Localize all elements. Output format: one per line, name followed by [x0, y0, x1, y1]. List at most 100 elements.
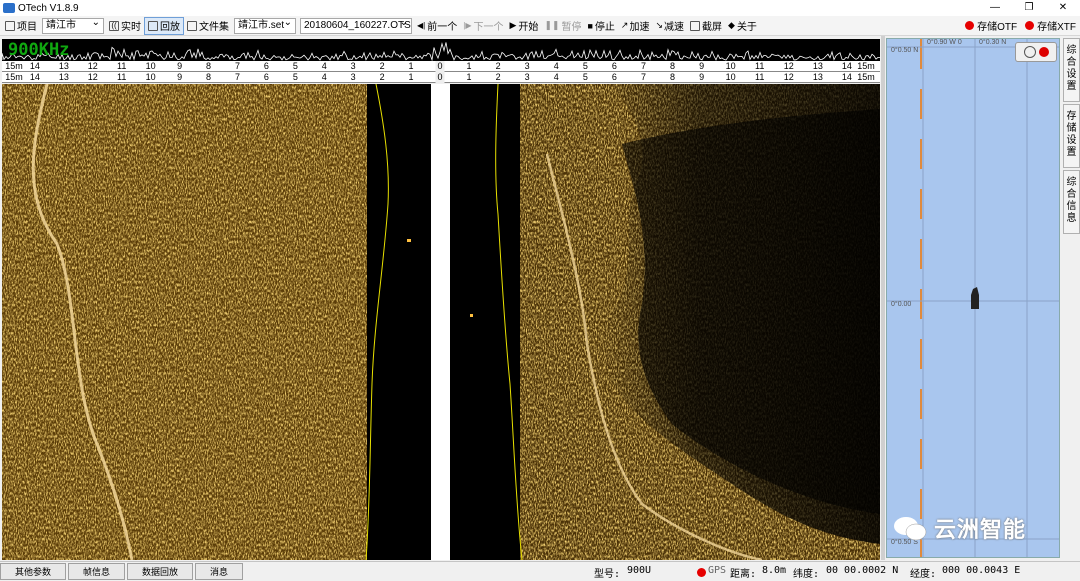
scale-tick-label: 8	[670, 61, 676, 71]
tab-frame-info[interactable]: 帧信息	[68, 563, 126, 580]
scale-center-label: 0	[435, 72, 445, 83]
pause-button[interactable]: ❚❚ 暂停	[541, 17, 584, 35]
realtime-label: 实时	[121, 22, 141, 33]
model-value: 900U	[627, 565, 652, 576]
stop-icon: ■	[587, 20, 593, 31]
speedup-icon: ↗	[620, 20, 629, 30]
play-icon: ▶	[509, 20, 517, 30]
map-toggle-button[interactable]	[1015, 42, 1057, 62]
scale-tick-label: 15m	[5, 72, 23, 82]
screenshot-button[interactable]: 截屏	[687, 17, 725, 35]
panel-splitter[interactable]	[881, 36, 885, 560]
sonar-waterfall[interactable]	[2, 84, 880, 560]
app-logo-icon	[3, 3, 15, 13]
slowdown-icon: ↘	[655, 20, 664, 30]
minimize-button[interactable]: —	[978, 0, 1012, 16]
tab-general-info[interactable]: 综合信息	[1063, 170, 1080, 234]
watermark: 云洲智能	[892, 512, 1026, 544]
project-button[interactable]: 项目	[2, 17, 40, 35]
tab-storage-settings[interactable]: 存储设置	[1063, 104, 1080, 168]
scale-tick-label: 5	[292, 61, 298, 71]
next-button[interactable]: |▶ 下一个	[460, 17, 506, 35]
longitude-value: 000 00.0043 E	[942, 565, 1021, 576]
scale-tick-label: 7	[640, 72, 646, 82]
realtime-icon: ((	[109, 20, 119, 31]
fileset-select[interactable]: 靖江市.set	[234, 17, 296, 34]
scale-tick-label: 13	[58, 61, 69, 71]
track-map[interactable]: 0°0.50 N 0°0.90 W 0 0°0.30 N 0°0.00 0°0.…	[886, 38, 1060, 558]
slowdown-button[interactable]: ↘ 减速	[652, 17, 687, 35]
scale-tick-label: 10	[145, 61, 156, 71]
scale-tick-label: 2	[379, 61, 385, 71]
scale-tick-label: 11	[755, 72, 765, 82]
latitude-label: 纬度:	[793, 569, 820, 580]
map-coord-top2: 0°0.90 W 0	[927, 39, 962, 46]
speedup-button[interactable]: ↗ 加速	[618, 17, 653, 35]
scale-tick-label: 15m	[857, 61, 875, 71]
window-title: OTech V1.8.9	[18, 2, 79, 14]
distance-value: 8.0m	[762, 565, 787, 576]
record-dot-icon	[1025, 21, 1035, 30]
scale-tick-label: 9	[699, 72, 705, 82]
close-button[interactable]: ✕	[1046, 0, 1080, 16]
distance-label: 距离:	[730, 569, 757, 580]
camera-icon	[690, 20, 701, 31]
tab-messages[interactable]: 消息	[195, 563, 244, 580]
tab-data-playback[interactable]: 数据回放	[127, 563, 194, 580]
latitude-value: 00 00.0002 N	[826, 565, 899, 576]
stop-button[interactable]: ■ 停止	[584, 17, 617, 35]
compass-icon	[1023, 46, 1036, 58]
about-button[interactable]: ◆ 关于	[725, 17, 760, 35]
start-button[interactable]: ▶ 开始	[506, 17, 541, 35]
restore-button[interactable]: ❐	[1012, 0, 1046, 16]
fileset-icon	[187, 20, 197, 31]
app-window: OTech V1.8.9 — ❐ ✕ 项目 靖江市 ((实时 回放 文件集 靖江…	[0, 0, 1080, 581]
next-label: 下一个	[473, 22, 504, 33]
project-label: 项目	[17, 22, 37, 33]
scale-center-label: 0	[435, 61, 445, 72]
scale-tick-label: 2	[495, 61, 501, 71]
save-xtf-button[interactable]: 存储XTF	[1025, 18, 1076, 33]
scale-tick-label: 6	[611, 61, 617, 71]
map-coord-mid: 0°0.00	[891, 301, 912, 308]
gps-label: GPS	[708, 565, 727, 576]
scale-tick-label: 7	[640, 61, 646, 71]
scale-tick-label: 3	[524, 61, 530, 71]
waveform-trace	[2, 42, 880, 61]
scale-tick-label: 15m	[857, 72, 875, 82]
frequency-label: 900KHz	[8, 40, 70, 60]
save-otf-button[interactable]: 存储OTF	[965, 18, 1017, 33]
scale-tick-label: 4	[553, 72, 559, 82]
scale-tick-label: 3	[350, 61, 356, 71]
vessel-icon	[971, 287, 979, 309]
title-bar: OTech V1.8.9 — ❐ ✕	[0, 0, 1080, 16]
stop-label: 停止	[594, 22, 615, 33]
waveform-display: 900KHz	[2, 39, 880, 61]
wechat-icon	[894, 517, 927, 541]
location-icon	[1038, 47, 1049, 57]
sonar-image	[2, 84, 880, 560]
scale-tick-label: 14	[29, 61, 40, 71]
start-label: 开始	[518, 22, 539, 33]
status-bar: 其他参数 帧信息 数据回放 消息 型号: 900U GPS 距离: 8.0m 纬…	[0, 561, 1080, 581]
file-select[interactable]: 20180604_160227.OTSS	[300, 17, 412, 34]
scale-tick-label: 9	[177, 61, 183, 71]
tab-other-params[interactable]: 其他参数	[0, 563, 67, 580]
scale-tick-label: 9	[177, 72, 183, 82]
playback-button[interactable]: 回放	[144, 16, 184, 35]
realtime-button[interactable]: ((实时	[106, 17, 144, 35]
scale-tick-label: 7	[234, 72, 240, 82]
scale-tick-label: 13	[812, 72, 823, 82]
scale-tick-label: 13	[58, 72, 69, 82]
scale-tick-label: 8	[670, 72, 676, 82]
scale-tick-label: 1	[408, 61, 414, 71]
scale-tick-label: 7	[234, 61, 240, 71]
prev-button[interactable]: ◀| 前一个	[414, 17, 460, 35]
scale-tick-label: 11	[755, 61, 765, 71]
project-select[interactable]: 靖江市	[42, 17, 104, 34]
tab-general-settings[interactable]: 综合设置	[1063, 38, 1080, 102]
gps-status-icon	[697, 568, 706, 577]
longitude-label: 经度:	[910, 569, 937, 580]
scale-tick-label: 12	[783, 72, 794, 82]
fileset-button[interactable]: 文件集	[184, 17, 232, 35]
